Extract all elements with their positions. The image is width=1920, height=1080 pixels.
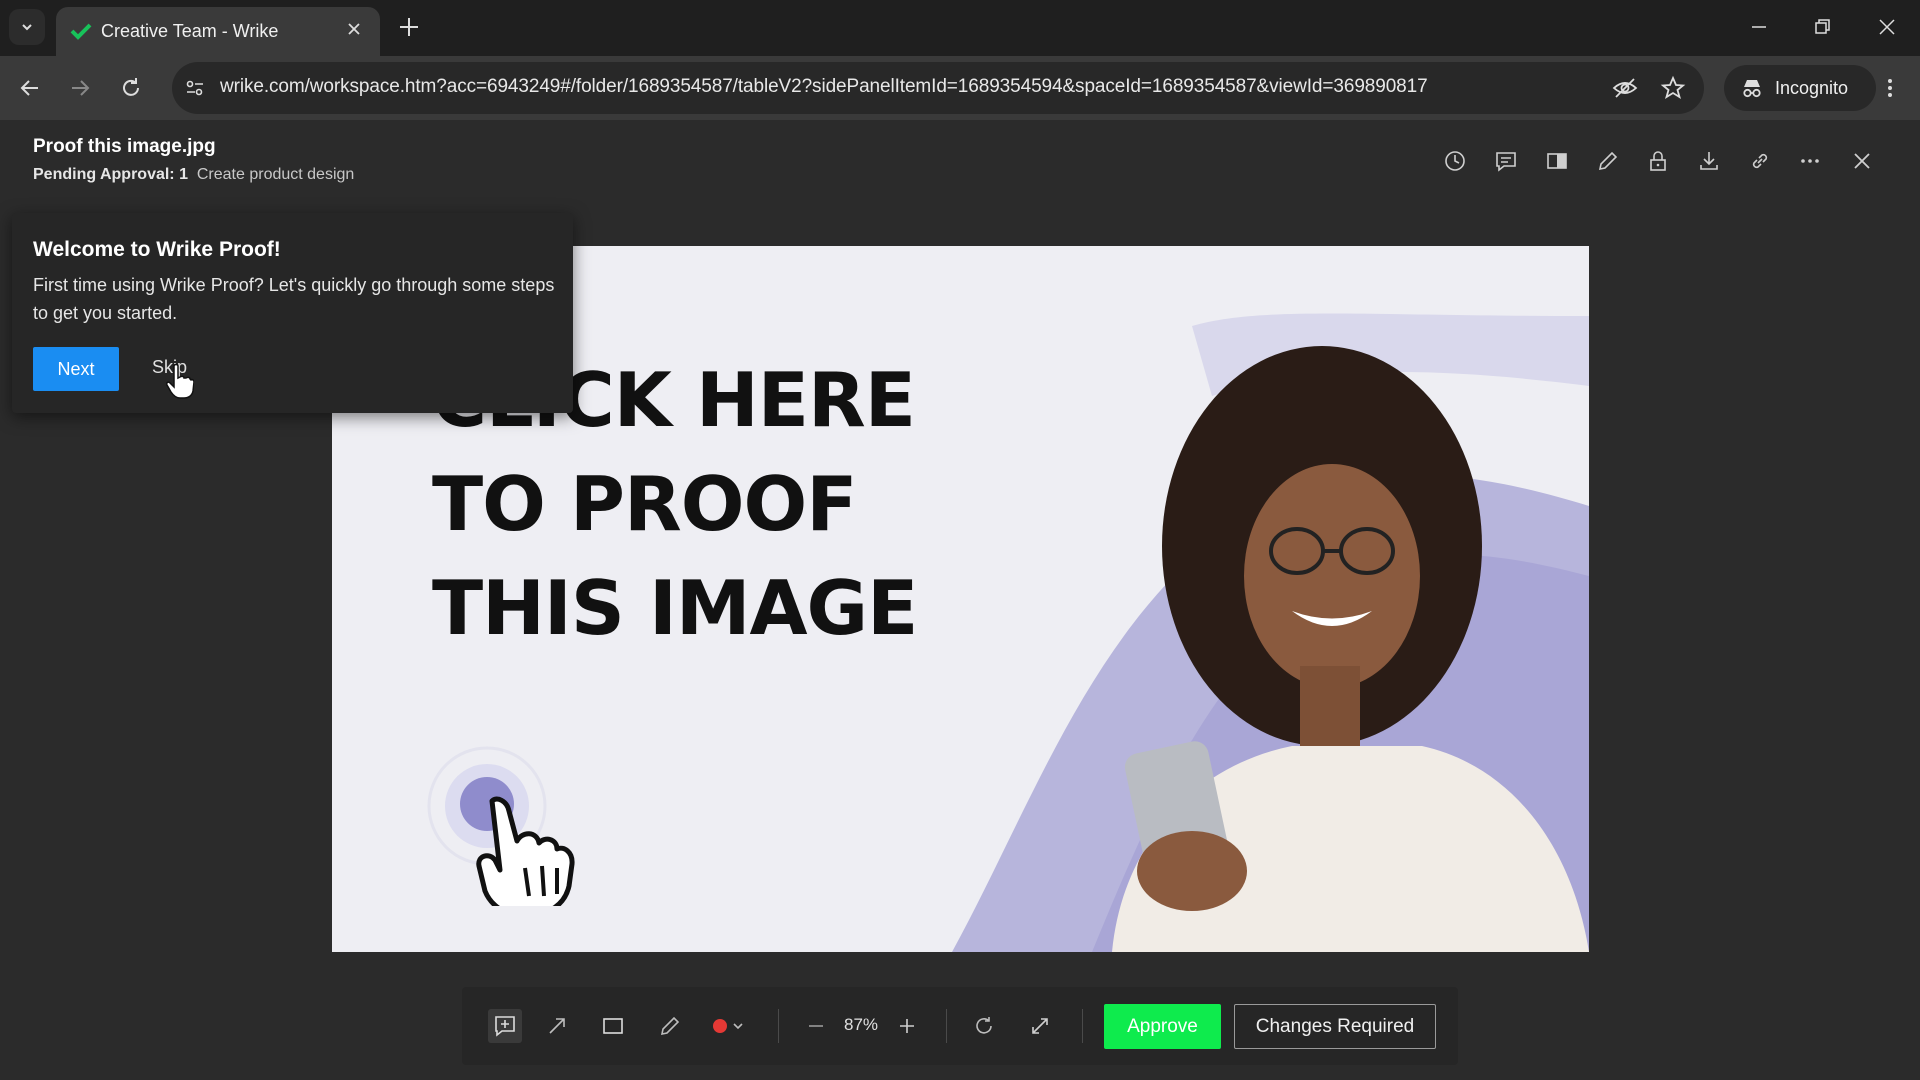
task-link[interactable]: Create product design	[197, 166, 354, 183]
site-settings-icon[interactable]	[184, 77, 206, 99]
compare-icon	[1547, 153, 1567, 169]
browser-toolbar: wrike.com/workspace.htm?acc=6943249#/fol…	[0, 56, 1920, 120]
rectangle-tool[interactable]	[598, 1011, 628, 1041]
add-comment-tool[interactable]	[488, 1009, 522, 1043]
history-button[interactable]	[1440, 146, 1470, 176]
forward-icon[interactable]	[68, 76, 92, 100]
arrow-icon	[549, 1018, 565, 1034]
tab-search-button[interactable]	[9, 9, 45, 45]
color-picker[interactable]	[710, 1011, 754, 1041]
tab-title: Creative Team - Wrike	[101, 21, 279, 41]
close-tab-icon[interactable]	[346, 21, 362, 37]
approve-button[interactable]: Approve	[1104, 1004, 1221, 1049]
history-icon	[1445, 151, 1465, 171]
back-icon[interactable]	[18, 76, 42, 100]
minus-icon	[809, 1025, 823, 1027]
url-text[interactable]: wrike.com/workspace.htm?acc=6943249#/fol…	[220, 76, 1428, 98]
changes-required-button[interactable]: Changes Required	[1234, 1004, 1436, 1049]
window-close-icon[interactable]	[1876, 16, 1898, 38]
hand-cursor-graphic	[427, 746, 575, 906]
mouse-pointer-icon	[166, 363, 194, 399]
copy-link-button[interactable]	[1745, 146, 1775, 176]
bookmark-star-icon[interactable]	[1660, 75, 1686, 101]
face-shape	[1244, 464, 1420, 688]
edit-icon	[1598, 151, 1618, 171]
close-icon	[1854, 153, 1870, 169]
lock-button[interactable]	[1643, 146, 1673, 176]
comments-icon	[1496, 152, 1516, 172]
browser-tab[interactable]: Creative Team - Wrike	[56, 7, 380, 56]
toolbar-divider	[778, 1009, 779, 1043]
more-icon	[1801, 159, 1819, 163]
headline-line-3: THIS IMAGE	[432, 564, 918, 652]
plus-icon	[900, 1019, 914, 1033]
comments-button[interactable]	[1491, 146, 1521, 176]
download-button[interactable]	[1694, 146, 1724, 176]
pencil-tool[interactable]	[655, 1011, 685, 1041]
welcome-popover: Welcome to Wrike Proof! First time using…	[12, 213, 573, 413]
compare-button[interactable]	[1542, 146, 1572, 176]
browser-tab-strip: Creative Team - Wrike	[0, 0, 1920, 56]
proof-toolbar: 87% Approve Changes Required	[462, 987, 1458, 1065]
restore-icon[interactable]	[1812, 16, 1834, 38]
edit-button[interactable]	[1593, 146, 1623, 176]
next-button[interactable]: Next	[33, 347, 119, 391]
color-dot-icon	[713, 1019, 743, 1033]
browser-menu-icon[interactable]	[1880, 76, 1900, 100]
address-bar[interactable]: wrike.com/workspace.htm?acc=6943249#/fol…	[172, 62, 1704, 114]
toolbar-divider	[946, 1009, 947, 1043]
fullscreen-button[interactable]	[1025, 1011, 1055, 1041]
rotate-icon	[976, 1017, 992, 1034]
welcome-body: First time using Wrike Proof? Let's quic…	[33, 275, 555, 323]
reload-icon[interactable]	[119, 76, 143, 100]
zoom-in-button[interactable]	[892, 1011, 922, 1041]
welcome-title: Welcome to Wrike Proof!	[33, 238, 281, 261]
eye-off-icon[interactable]	[1612, 76, 1638, 100]
pencil-icon	[660, 1016, 680, 1036]
new-tab-icon[interactable]	[396, 14, 422, 40]
rectangle-icon	[603, 1018, 623, 1034]
incognito-indicator[interactable]: Incognito	[1724, 65, 1876, 111]
download-icon	[1700, 152, 1718, 170]
file-title: Proof this image.jpg	[33, 136, 216, 157]
toolbar-divider	[1082, 1009, 1083, 1043]
comment-plus-icon	[495, 1016, 515, 1037]
arrow-tool[interactable]	[542, 1011, 572, 1041]
incognito-icon	[1743, 80, 1761, 98]
approval-status: Pending Approval: 1 Create product desig…	[33, 166, 354, 184]
expand-icon	[1032, 1018, 1048, 1034]
close-viewer-button[interactable]	[1847, 146, 1877, 176]
chevron-down-icon	[22, 24, 32, 31]
link-icon	[1752, 153, 1768, 169]
minimize-icon[interactable]	[1748, 16, 1770, 38]
pending-approval-label: Pending Approval: 1	[33, 166, 188, 183]
zoom-level: 87%	[844, 1015, 879, 1034]
lock-icon	[1650, 151, 1666, 171]
headline-line-2: TO PROOF	[432, 460, 857, 548]
incognito-label: Incognito	[1775, 78, 1849, 98]
more-button[interactable]	[1795, 146, 1825, 176]
wrike-logo-icon	[70, 23, 92, 40]
zoom-out-button[interactable]	[801, 1011, 831, 1041]
rotate-button[interactable]	[969, 1011, 999, 1041]
